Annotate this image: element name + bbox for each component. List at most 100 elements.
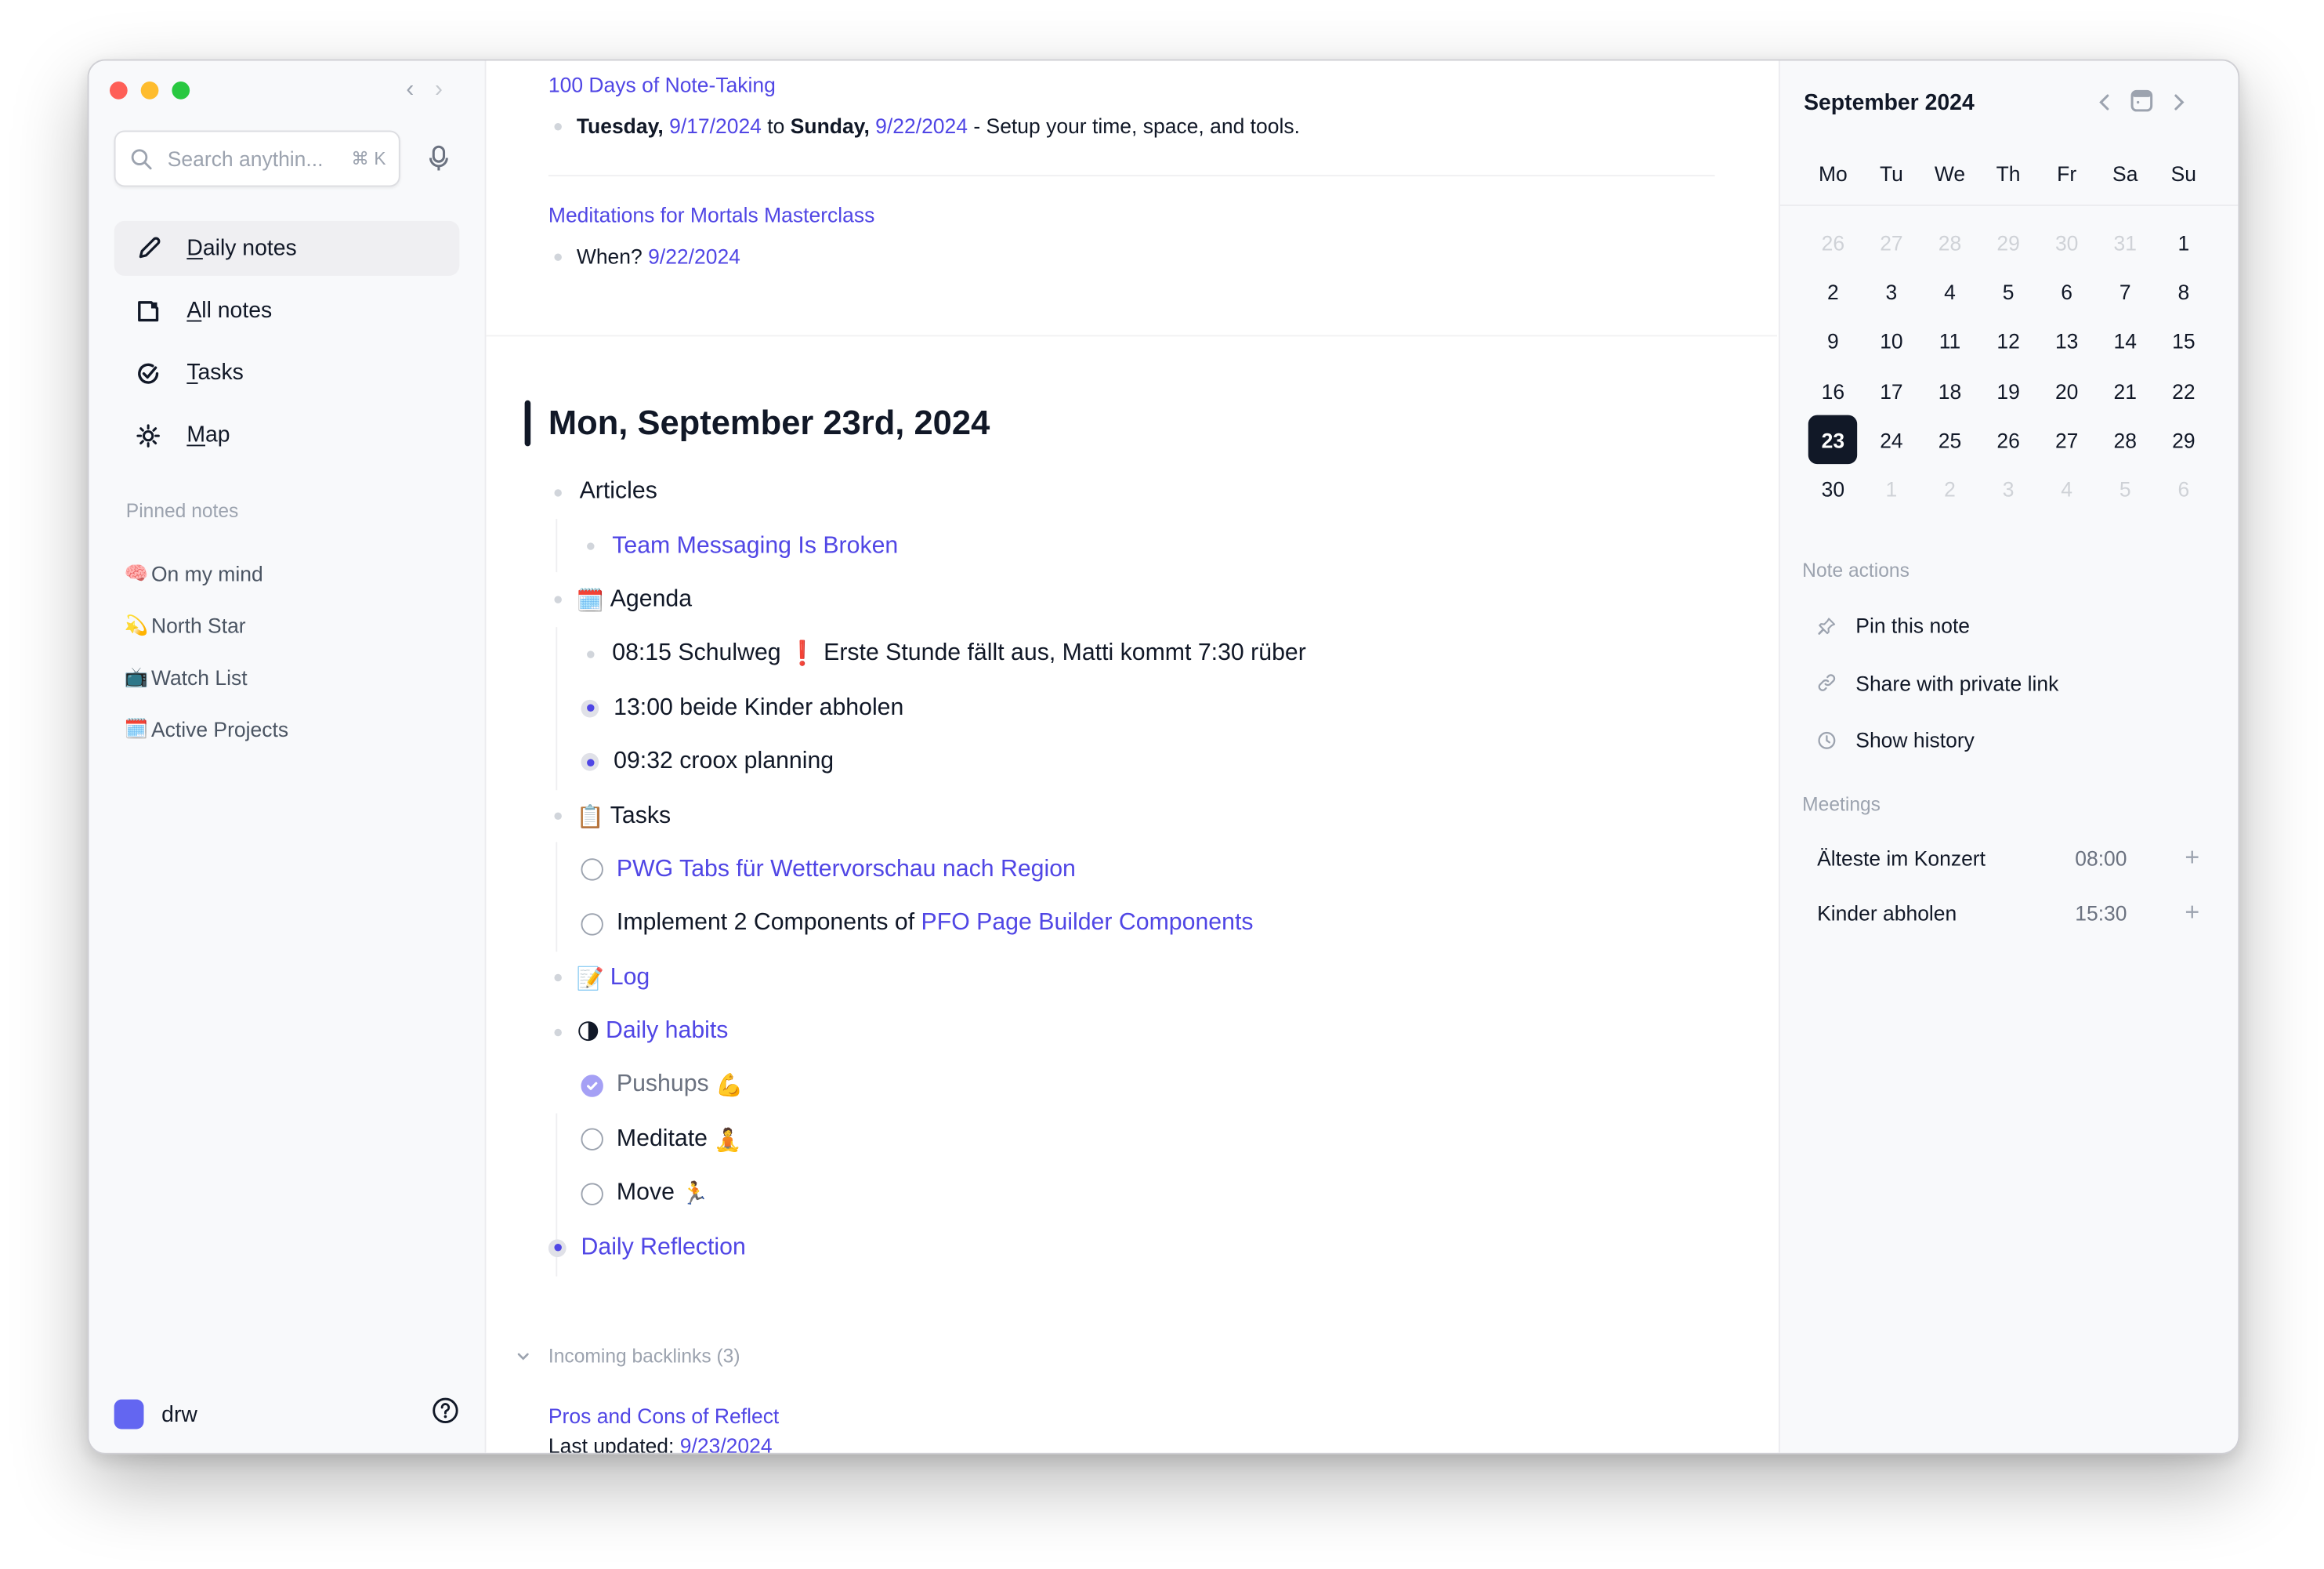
- task-item[interactable]: PWG Tabs für Wettervorschau nach Region: [548, 843, 1704, 897]
- calendar-day[interactable]: 9: [1804, 317, 1862, 366]
- article-link[interactable]: Team Messaging Is Broken: [612, 533, 898, 560]
- calendar-day[interactable]: 1: [1862, 465, 1921, 514]
- list-item-agenda[interactable]: 🗓️ Agenda: [548, 574, 1704, 628]
- daily-reflection-link[interactable]: Daily Reflection: [581, 1234, 746, 1261]
- task-checkbox[interactable]: [581, 912, 603, 936]
- calendar-day[interactable]: 5: [1979, 267, 2038, 317]
- calendar-day[interactable]: 17: [1862, 366, 1921, 415]
- meeting-item[interactable]: Kinder abholen 15:30 +: [1817, 886, 2199, 941]
- backlink-title[interactable]: Pros and Cons of Reflect: [548, 1404, 779, 1427]
- list-item-daily-reflection[interactable]: Daily Reflection: [548, 1221, 1704, 1275]
- calendar-day[interactable]: 28: [2096, 415, 2155, 465]
- list-item-log[interactable]: 📝 Log: [548, 951, 1704, 1005]
- calendar-day[interactable]: 3: [1979, 465, 2038, 514]
- calendar-day[interactable]: 3: [1862, 267, 1921, 317]
- share-link-button[interactable]: Share with private link: [1817, 654, 2217, 712]
- prev-month-button[interactable]: [2098, 91, 2112, 116]
- calendar-day[interactable]: 29: [1979, 218, 2038, 267]
- list-item[interactable]: Team Messaging Is Broken: [548, 520, 1704, 574]
- note-link-meditations[interactable]: Meditations for Mortals Masterclass: [548, 203, 1715, 233]
- habit-item[interactable]: Meditate 🧘: [548, 1113, 1704, 1167]
- search-input[interactable]: [164, 145, 349, 172]
- task-checkbox[interactable]: [581, 859, 603, 882]
- next-month-button[interactable]: [2171, 91, 2186, 116]
- habit-item[interactable]: Move 🏃: [548, 1167, 1704, 1221]
- date-link[interactable]: 9/22/2024: [648, 245, 740, 268]
- list-item-tasks[interactable]: 📋 Tasks: [548, 789, 1704, 843]
- calendar-day[interactable]: 8: [2155, 267, 2214, 317]
- habit-checkbox[interactable]: [581, 1183, 603, 1205]
- calendar-day[interactable]: 16: [1804, 366, 1862, 415]
- close-window-button[interactable]: [109, 82, 128, 100]
- calendar-day[interactable]: 20: [2037, 366, 2096, 415]
- back-arrow-icon[interactable]: ‹: [406, 77, 414, 103]
- calendar-day[interactable]: 26: [1979, 415, 2038, 465]
- habit-checkbox-checked[interactable]: [581, 1074, 603, 1097]
- log-link[interactable]: Log: [610, 965, 650, 991]
- calendar-day[interactable]: 30: [2037, 218, 2096, 267]
- help-button[interactable]: [431, 1397, 459, 1432]
- bullet-collapsed[interactable]: [581, 753, 599, 771]
- date-link[interactable]: 9/22/2024: [875, 114, 968, 138]
- nav-all-notes[interactable]: All notes: [114, 283, 460, 338]
- calendar-day[interactable]: 6: [2155, 465, 2214, 514]
- show-history-button[interactable]: Show history: [1817, 712, 2217, 769]
- add-meeting-note-button[interactable]: +: [2179, 843, 2199, 873]
- calendar-day[interactable]: 7: [2096, 267, 2155, 317]
- pinned-note-north-star[interactable]: 💫 North Star: [125, 599, 288, 650]
- list-item-daily-habits[interactable]: 🌗 Daily habits: [548, 1005, 1704, 1059]
- add-meeting-note-button[interactable]: +: [2179, 899, 2199, 929]
- date-link[interactable]: 9/17/2024: [669, 114, 762, 138]
- task-link[interactable]: PWG Tabs für Wettervorschau nach Region: [617, 857, 1076, 883]
- habit-item[interactable]: Pushups 💪: [548, 1059, 1704, 1113]
- forward-arrow-icon[interactable]: ›: [435, 77, 443, 103]
- search-box[interactable]: ⌘ K: [114, 130, 400, 187]
- pin-note-button[interactable]: Pin this note: [1817, 597, 2217, 654]
- calendar-day[interactable]: 5: [2096, 465, 2155, 514]
- calendar-day[interactable]: 26: [1804, 218, 1862, 267]
- calendar-day[interactable]: 19: [1979, 366, 2038, 415]
- habit-checkbox[interactable]: [581, 1129, 603, 1151]
- calendar-day[interactable]: 10: [1862, 317, 1921, 366]
- calendar-day[interactable]: 18: [1920, 366, 1979, 415]
- calendar-day[interactable]: 27: [2037, 415, 2096, 465]
- calendar-day[interactable]: 1: [2155, 218, 2214, 267]
- calendar-day[interactable]: 14: [2096, 317, 2155, 366]
- calendar-day[interactable]: 27: [1862, 218, 1921, 267]
- list-item[interactable]: 09:32 croox planning: [548, 735, 1704, 789]
- list-item[interactable]: 13:00 beide Kinder abholen: [548, 681, 1704, 735]
- daily-note-body[interactable]: Articles Team Messaging Is Broken 🗓️ Agen…: [548, 466, 1704, 1277]
- minimize-window-button[interactable]: [140, 82, 159, 100]
- task-link[interactable]: PFO Page Builder Components: [921, 911, 1254, 937]
- calendar-day[interactable]: 11: [1920, 317, 1979, 366]
- pinned-note-on-my-mind[interactable]: 🧠 On my mind: [125, 547, 288, 599]
- list-item-articles[interactable]: Articles: [548, 466, 1704, 520]
- calendar-day[interactable]: 31: [2096, 218, 2155, 267]
- maximize-window-button[interactable]: [172, 82, 190, 100]
- calendar-day[interactable]: 29: [2155, 415, 2214, 465]
- calendar-day[interactable]: 15: [2155, 317, 2214, 366]
- calendar-day[interactable]: 22: [2155, 366, 2214, 415]
- today-button[interactable]: [2130, 89, 2153, 118]
- calendar-day[interactable]: 6: [2037, 267, 2096, 317]
- backlinks-toggle[interactable]: Incoming backlinks (3): [516, 1345, 740, 1367]
- pinned-note-watch-list[interactable]: 📺 Watch List: [125, 650, 288, 702]
- pinned-note-active-projects[interactable]: 🗓️ Active Projects: [125, 703, 288, 755]
- calendar-day[interactable]: 12: [1979, 317, 2038, 366]
- task-item[interactable]: Implement 2 Components of PFO Page Build…: [548, 897, 1704, 951]
- calendar-day[interactable]: 21: [2096, 366, 2155, 415]
- bullet-collapsed[interactable]: [581, 699, 599, 718]
- note-link-100-days[interactable]: 100 Days of Note-Taking: [548, 73, 1715, 103]
- date-link[interactable]: 9/23/2024: [680, 1433, 773, 1453]
- nav-tasks[interactable]: Tasks: [114, 346, 460, 400]
- calendar-day[interactable]: 30: [1804, 465, 1862, 514]
- calendar-day[interactable]: 4: [2037, 465, 2096, 514]
- daily-habits-link[interactable]: Daily habits: [606, 1019, 728, 1045]
- nav-daily-notes[interactable]: Daily notes: [114, 220, 460, 276]
- calendar-day[interactable]: 25: [1920, 415, 1979, 465]
- username[interactable]: drw: [161, 1402, 431, 1427]
- calendar-day[interactable]: 13: [2037, 317, 2096, 366]
- calendar-day[interactable]: 24: [1862, 415, 1921, 465]
- avatar[interactable]: [114, 1399, 144, 1429]
- calendar-day[interactable]: 28: [1920, 218, 1979, 267]
